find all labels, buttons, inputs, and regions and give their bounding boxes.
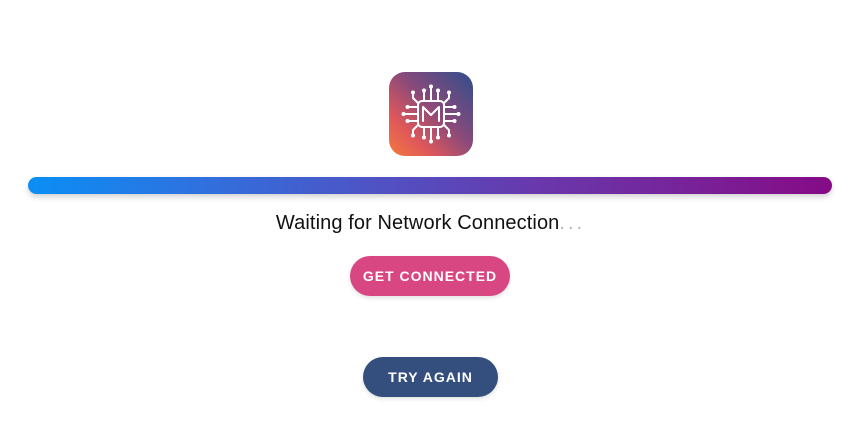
get-connected-button[interactable]: GET CONNECTED: [350, 256, 510, 296]
circuit-chip-icon: [401, 84, 461, 144]
progress-fill: [28, 177, 832, 194]
connection-progress-bar: [28, 177, 832, 194]
status-text: Waiting for Network Connection: [275, 212, 560, 234]
try-again-button[interactable]: TRY AGAIN: [363, 357, 498, 397]
app-logo: [389, 72, 473, 156]
connection-screen: Waiting for Network Connection... GET CO…: [0, 0, 861, 426]
loading-dots: ...: [559, 212, 586, 234]
status-message: Waiting for Network Connection...: [0, 212, 861, 235]
